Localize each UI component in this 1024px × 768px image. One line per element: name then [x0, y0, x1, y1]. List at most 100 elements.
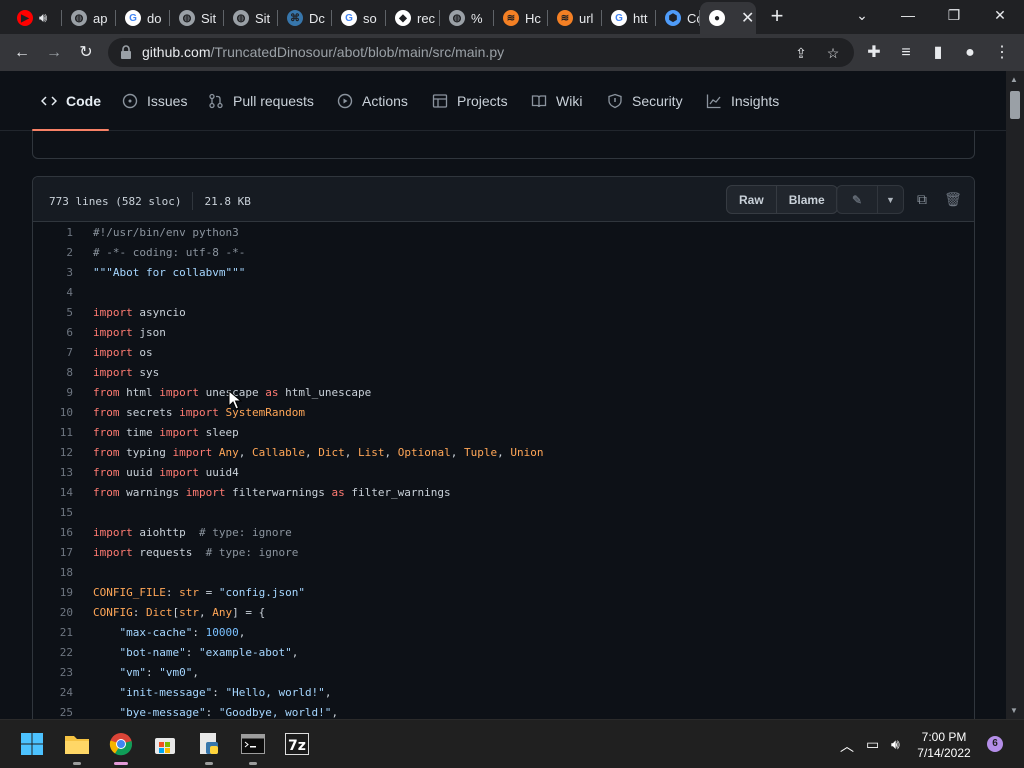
line-number[interactable]: 3 [33, 263, 73, 283]
line-number[interactable]: 23 [33, 663, 73, 683]
line-number[interactable]: 10 [33, 403, 73, 423]
line-number[interactable]: 17 [33, 543, 73, 563]
line-number[interactable]: 2 [33, 243, 73, 263]
store-icon[interactable] [151, 730, 179, 758]
line-content: CONFIG: Dict[str, Any] = { [93, 606, 266, 619]
line-number[interactable]: 7 [33, 343, 73, 363]
media-queue-icon[interactable]: ≡ [894, 41, 918, 65]
tab-projects[interactable]: Projects [431, 71, 508, 131]
lock-icon[interactable] [120, 45, 132, 64]
line-number[interactable]: 12 [33, 443, 73, 463]
menu-kebab-icon[interactable]: ⋮ [990, 41, 1014, 65]
chrome-icon[interactable] [107, 730, 135, 765]
browser-tab[interactable]: Gso [332, 4, 386, 32]
code-line: 12 from typing import Any, Callable, Dict… [33, 443, 974, 463]
browser-tab[interactable]: Ghtt [602, 4, 656, 32]
tab-pull-requests[interactable]: Pull requests [207, 71, 314, 131]
volume-icon[interactable]: 🔊︎ [891, 736, 900, 753]
cube-icon: ◆ [395, 10, 411, 26]
forward-icon[interactable]: → [42, 41, 66, 65]
scroll-up-icon[interactable]: ▲ [1010, 75, 1018, 84]
extensions-icon[interactable]: ✚ [862, 41, 886, 65]
bookmark-star-icon[interactable]: ☆ [823, 43, 843, 63]
tab-search-button[interactable]: ⌄ [842, 4, 882, 26]
code-area: 1 #!/usr/bin/env python3 2 # -*- coding: ut… [33, 223, 974, 723]
blame-button[interactable]: Blame [775, 186, 837, 213]
share-icon[interactable]: ⇪ [791, 43, 811, 63]
chevron-up-icon[interactable]: ︿ [840, 736, 854, 756]
browser-tab[interactable]: ◆ rec [386, 4, 440, 32]
line-number[interactable]: 1 [33, 223, 73, 243]
line-number[interactable]: 5 [33, 303, 73, 323]
file-explorer-icon[interactable] [63, 730, 91, 765]
tab-code[interactable]: Code [32, 71, 109, 131]
terminal-icon[interactable] [239, 730, 267, 765]
python-editor-icon[interactable] [195, 730, 223, 765]
browser-tab[interactable]: ◍ Sit [224, 4, 278, 32]
google-icon: G [125, 10, 141, 26]
line-number[interactable]: 16 [33, 523, 73, 543]
network-icon[interactable]: ▭ [866, 736, 879, 753]
browser-tab[interactable]: ⌘ Dc [278, 4, 332, 32]
maximize-button[interactable]: ❐ [934, 4, 974, 26]
edit-pencil-icon[interactable]: ✎ [837, 186, 877, 213]
page-scrollbar[interactable]: ▲ ▼ [1006, 71, 1024, 719]
address-bar[interactable]: github.com/TruncatedDinosour/abot/blob/m… [108, 38, 854, 67]
tab-issues[interactable]: Issues [121, 71, 187, 131]
browser-tab[interactable]: ◍ Sit [170, 4, 224, 32]
7zip-icon[interactable]: 7z [283, 730, 311, 758]
browser-tab[interactable]: ◍ ap [62, 4, 116, 32]
audio-playing-icon[interactable]: 🔊︎ [39, 10, 47, 26]
edit-dropdown-icon[interactable]: ▼ [877, 186, 903, 213]
line-number[interactable]: 18 [33, 563, 73, 583]
running-indicator [205, 762, 213, 765]
line-content: from typing import Any, Callable, Dict, … [93, 446, 544, 459]
tab-insights[interactable]: Insights [705, 71, 779, 131]
tab-actions[interactable]: Actions [336, 71, 408, 131]
url-text[interactable]: github.com/TruncatedDinosour/abot/blob/m… [142, 44, 504, 60]
scroll-down-icon[interactable]: ▼ [1010, 706, 1018, 715]
line-number[interactable]: 15 [33, 503, 73, 523]
trash-icon[interactable]: 🗑 [943, 189, 963, 209]
line-number[interactable]: 8 [33, 363, 73, 383]
browser-tab[interactable]: ▶ 🔊︎ [8, 4, 62, 32]
line-number[interactable]: 11 [33, 423, 73, 443]
tab-title: Sit [255, 10, 271, 26]
line-number[interactable]: 19 [33, 583, 73, 603]
close-window-button[interactable]: ✕ [980, 4, 1020, 26]
reload-icon[interactable]: ↻ [74, 41, 98, 65]
raw-button[interactable]: Raw [727, 186, 776, 213]
line-number[interactable]: 14 [33, 483, 73, 503]
edit-group: ✎ ▼ [836, 185, 904, 214]
browser-tab[interactable]: ⬢Co [656, 4, 700, 32]
notification-badge[interactable]: 6 [987, 736, 1003, 752]
back-icon[interactable]: ← [10, 41, 34, 65]
browser-tab[interactable]: ≋ Hc [494, 4, 548, 32]
profile-avatar-icon[interactable]: ● [958, 41, 982, 65]
scroll-thumb[interactable] [1010, 91, 1020, 119]
line-number[interactable]: 20 [33, 603, 73, 623]
line-number[interactable]: 4 [33, 283, 73, 303]
line-number[interactable]: 9 [33, 383, 73, 403]
close-tab-icon[interactable]: ✕ [741, 8, 754, 28]
new-tab-button[interactable]: + [766, 5, 788, 28]
line-number[interactable]: 13 [33, 463, 73, 483]
minimize-button[interactable]: — [888, 4, 928, 26]
browser-tab[interactable]: ≋ url [548, 4, 602, 32]
line-number[interactable]: 21 [33, 623, 73, 643]
clock[interactable]: 7:00 PM 7/14/2022 [912, 729, 976, 761]
browser-tab[interactable]: Gdo [116, 4, 170, 32]
line-number[interactable]: 22 [33, 643, 73, 663]
taskbar: 7z ︿ ▭ 🔊︎ 7:00 PM 7/14/2022 6 [0, 719, 1024, 768]
browser-tab[interactable]: ◍% [440, 4, 494, 32]
tab-wiki[interactable]: Wiki [530, 71, 582, 131]
browser-tab[interactable]: ● ✕ [700, 2, 756, 34]
line-number[interactable]: 24 [33, 683, 73, 703]
line-number[interactable]: 6 [33, 323, 73, 343]
line-content [73, 563, 93, 583]
windows-start-icon[interactable] [18, 730, 46, 758]
side-panel-icon[interactable]: ▮ [926, 41, 950, 65]
tab-title: Hc [525, 10, 541, 26]
tab-security[interactable]: Security [606, 71, 683, 131]
copy-icon[interactable]: ⧉ [912, 189, 932, 209]
